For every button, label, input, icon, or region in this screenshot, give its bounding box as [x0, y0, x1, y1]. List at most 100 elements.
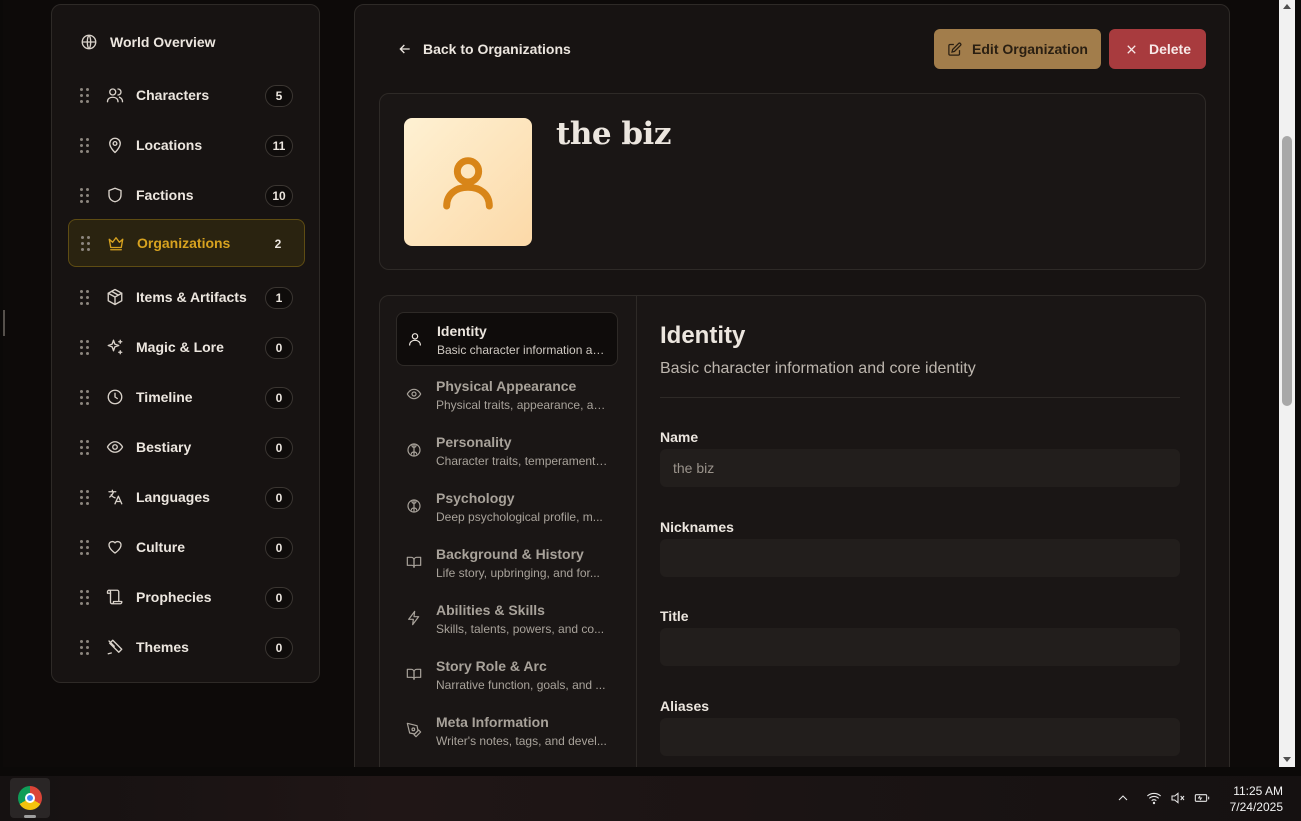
sidebar-item-label: Factions — [136, 187, 194, 203]
sidebar-item-label: Organizations — [137, 235, 231, 251]
count-badge: 0 — [265, 387, 293, 409]
edit-icon — [948, 42, 962, 56]
volume-muted-icon[interactable] — [1170, 790, 1186, 811]
section-tab-psychology[interactable]: Psychology Deep psychological profile, m… — [396, 480, 618, 534]
sidebar-item-prophecies[interactable]: Prophecies 0 — [68, 574, 305, 622]
sidebar-item-timeline[interactable]: Timeline 0 — [68, 374, 305, 422]
section-nav: Identity Basic character information an.… — [380, 296, 637, 767]
section-desc: Skills, talents, powers, and co... — [436, 622, 605, 636]
crown-icon — [107, 234, 127, 254]
nicknames-label: Nicknames — [660, 519, 734, 535]
chrome-taskbar-button[interactable] — [10, 778, 50, 818]
scroll-up-icon[interactable] — [1283, 4, 1291, 9]
drag-handle-icon[interactable] — [80, 590, 90, 606]
section-title: Psychology — [436, 490, 515, 506]
drag-handle-icon[interactable] — [80, 390, 90, 406]
delete-button[interactable]: Delete — [1109, 29, 1206, 69]
book-icon — [406, 554, 424, 572]
system-clock[interactable]: 11:25 AM 7/24/2025 — [1230, 783, 1283, 815]
section-tab-personality[interactable]: Personality Character traits, temperamen… — [396, 424, 618, 478]
aliases-label: Aliases — [660, 698, 710, 714]
title-field[interactable] — [660, 628, 1180, 666]
count-badge: 0 — [265, 537, 293, 559]
sidebar-item-characters[interactable]: Characters 5 — [68, 72, 305, 120]
sidebar-item-culture[interactable]: Culture 0 — [68, 524, 305, 572]
drag-handle-icon[interactable] — [80, 640, 90, 656]
identity-detail-card: Identity Basic character information an.… — [379, 295, 1206, 767]
delete-button-label: Delete — [1148, 41, 1192, 57]
drag-handle-icon[interactable] — [80, 138, 90, 154]
world-overview-link[interactable]: World Overview — [80, 33, 216, 51]
app-viewport: World Overview Characters 5 Locations 11… — [3, 0, 1279, 767]
wifi-icon[interactable] — [1146, 790, 1162, 811]
drag-handle-icon[interactable] — [80, 490, 90, 506]
drag-handle-icon[interactable] — [81, 236, 91, 252]
sidebar-item-bestiary[interactable]: Bestiary 0 — [68, 424, 305, 472]
divider — [660, 397, 1180, 398]
section-title: Story Role & Arc — [436, 658, 547, 674]
count-badge: 0 — [265, 437, 293, 459]
section-tab-story-role-arc[interactable]: Story Role & Arc Narrative function, goa… — [396, 648, 618, 702]
aliases-field[interactable] — [660, 718, 1180, 756]
edit-button-label: Edit Organization — [972, 41, 1088, 57]
clock-date: 7/24/2025 — [1229, 800, 1283, 814]
count-badge: 10 — [265, 185, 293, 207]
clock-icon — [106, 388, 126, 408]
count-badge: 11 — [265, 135, 293, 157]
pen-tool-icon — [406, 722, 424, 740]
box-icon — [106, 288, 126, 308]
count-badge: 1 — [265, 287, 293, 309]
sidebar-item-factions[interactable]: Factions 10 — [68, 172, 305, 220]
sidebar-item-magic-lore[interactable]: Magic & Lore 0 — [68, 324, 305, 372]
back-to-organizations-link[interactable]: Back to Organizations — [397, 41, 571, 57]
drag-handle-icon[interactable] — [80, 540, 90, 556]
avatar[interactable] — [404, 118, 532, 246]
back-link-label: Back to Organizations — [423, 41, 571, 57]
section-tab-background-history[interactable]: Background & History Life story, upbring… — [396, 536, 618, 590]
section-tab-identity[interactable]: Identity Basic character information an.… — [396, 312, 618, 366]
sidebar-item-organizations[interactable]: Organizations 2 — [68, 219, 305, 267]
scroll-icon — [106, 588, 126, 608]
section-tab-abilities-skills[interactable]: Abilities & Skills Skills, talents, powe… — [396, 592, 618, 646]
count-badge: 0 — [265, 587, 293, 609]
page-scrollbar[interactable] — [1279, 0, 1295, 767]
sidebar-item-locations[interactable]: Locations 11 — [68, 122, 305, 170]
chevron-up-icon[interactable] — [1115, 790, 1131, 811]
drag-handle-icon[interactable] — [80, 340, 90, 356]
sidebar-item-label: Culture — [136, 539, 185, 555]
nicknames-field[interactable] — [660, 539, 1180, 577]
sidebar-item-items-artifacts[interactable]: Items & Artifacts 1 — [68, 274, 305, 322]
name-label: Name — [660, 429, 699, 445]
scroll-down-icon[interactable] — [1283, 757, 1291, 762]
section-tab-meta-information[interactable]: Meta Information Writer's notes, tags, a… — [396, 704, 618, 758]
drag-handle-icon[interactable] — [80, 440, 90, 456]
edit-organization-button[interactable]: Edit Organization — [934, 29, 1101, 69]
shield-icon — [106, 186, 126, 206]
user-icon — [443, 157, 493, 210]
section-desc: Deep psychological profile, m... — [436, 510, 603, 524]
globe-icon — [81, 34, 97, 50]
page-title: the biz — [556, 116, 671, 152]
languages-icon — [106, 488, 126, 508]
heart-icon — [106, 538, 126, 558]
world-overview-label: World Overview — [110, 34, 216, 50]
organization-header-card: the biz — [379, 93, 1206, 270]
battery-icon[interactable] — [1194, 790, 1210, 811]
drag-handle-icon[interactable] — [80, 88, 90, 104]
sidebar-item-label: Prophecies — [136, 589, 212, 605]
user-icon — [407, 331, 425, 349]
world-sidebar: World Overview Characters 5 Locations 11… — [51, 4, 320, 683]
sidebar-item-themes[interactable]: Themes 0 — [68, 624, 305, 672]
scrollbar-thumb[interactable] — [1282, 136, 1292, 406]
window-edge-marker — [3, 310, 5, 336]
zap-icon — [406, 610, 424, 628]
drag-handle-icon[interactable] — [80, 188, 90, 204]
active-app-indicator — [24, 815, 36, 818]
book-open-icon — [406, 666, 424, 684]
name-field[interactable] — [660, 449, 1180, 487]
sidebar-item-languages[interactable]: Languages 0 — [68, 474, 305, 522]
drag-handle-icon[interactable] — [80, 290, 90, 306]
close-icon — [1127, 44, 1136, 54]
section-tab-physical-appearance[interactable]: Physical Appearance Physical traits, app… — [396, 368, 618, 422]
section-title: Background & History — [436, 546, 584, 562]
